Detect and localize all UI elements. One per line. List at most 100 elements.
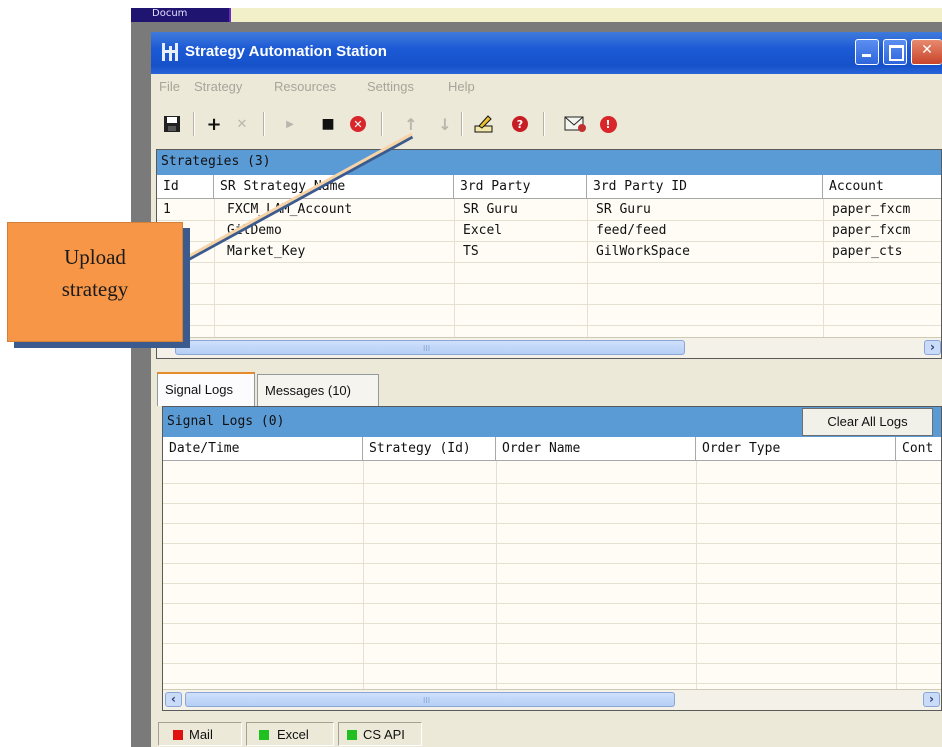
move-down-icon: ↓ bbox=[438, 114, 452, 134]
callout-line-1: Upload bbox=[64, 245, 126, 269]
grid-line bbox=[157, 325, 941, 326]
toolbar-separator bbox=[461, 112, 463, 136]
status-cs-api: CS API bbox=[338, 722, 422, 746]
scrollbar-thumb[interactable]: III bbox=[185, 692, 675, 707]
signal-logs-header: Signal Logs (0) Clear All Logs bbox=[163, 407, 941, 437]
grid-line bbox=[163, 523, 941, 524]
add-icon: + bbox=[206, 113, 222, 135]
menu-file[interactable]: File bbox=[159, 79, 180, 94]
clear-all-logs-button[interactable]: Clear All Logs bbox=[802, 408, 933, 436]
window-title: Strategy Automation Station bbox=[185, 43, 387, 60]
grid-line bbox=[496, 461, 497, 689]
move-down-button[interactable]: ↓ bbox=[435, 113, 455, 135]
strategies-horizontal-scrollbar[interactable]: III › bbox=[157, 337, 941, 358]
cell-account: paper_fxcm bbox=[832, 223, 911, 238]
grid-line bbox=[163, 683, 941, 684]
column-header-strategy-id[interactable]: Strategy (Id) bbox=[363, 437, 496, 461]
save-button[interactable] bbox=[161, 113, 183, 135]
delete-button[interactable]: ✕ bbox=[231, 113, 253, 135]
toolbar-separator bbox=[193, 112, 195, 136]
app-window: Strategy Automation Station ✕ File Strat… bbox=[151, 32, 942, 747]
stop-icon: ■ bbox=[321, 116, 335, 132]
column-header-id[interactable]: Id bbox=[157, 175, 214, 199]
scroll-right-button[interactable]: › bbox=[924, 340, 941, 355]
cs-api-status-indicator-icon bbox=[347, 730, 357, 740]
scrollbar-thumb[interactable]: III bbox=[175, 340, 685, 355]
grid-line bbox=[163, 603, 941, 604]
edit-button[interactable] bbox=[471, 113, 497, 135]
grid-line bbox=[163, 623, 941, 624]
cell-account: paper_cts bbox=[832, 244, 903, 259]
toolbar-separator bbox=[543, 112, 545, 136]
chevron-right-icon: › bbox=[929, 692, 934, 706]
grid-line bbox=[363, 461, 364, 689]
close-button[interactable]: ✕ bbox=[911, 39, 942, 65]
help-button[interactable]: ? bbox=[509, 113, 531, 135]
chevron-left-icon: ‹ bbox=[171, 692, 176, 706]
column-header-strategy-name[interactable]: SR Strategy Name bbox=[214, 175, 454, 199]
maximize-button[interactable] bbox=[883, 39, 907, 65]
callout-line-2: strategy bbox=[61, 277, 129, 301]
cell-3rd-party-id: GilWorkSpace bbox=[596, 244, 690, 259]
mail-status-indicator-icon bbox=[173, 730, 183, 740]
signal-logs-title: Signal Logs (0) bbox=[167, 414, 285, 429]
grid-line bbox=[163, 503, 941, 504]
grid-line bbox=[163, 643, 941, 644]
column-header-3rd-party-id[interactable]: 3rd Party ID bbox=[587, 175, 823, 199]
tab-signal-logs[interactable]: Signal Logs bbox=[157, 372, 255, 406]
close-icon: ✕ bbox=[921, 42, 933, 58]
status-excel: Excel bbox=[246, 722, 334, 746]
menu-help[interactable]: Help bbox=[448, 79, 475, 94]
strategies-header: Strategies (3) bbox=[157, 150, 941, 175]
column-header-order-type[interactable]: Order Type bbox=[696, 437, 896, 461]
menu-strategy[interactable]: Strategy bbox=[194, 79, 242, 94]
cell-strategy-name: GilDemo bbox=[227, 223, 282, 238]
grid-line bbox=[163, 483, 941, 484]
cell-3rd-party-id: feed/feed bbox=[596, 223, 667, 238]
edit-icon bbox=[474, 115, 493, 133]
strategies-title: Strategies (3) bbox=[161, 154, 271, 169]
alert-button[interactable]: ! bbox=[597, 113, 619, 135]
app-logo-icon bbox=[162, 43, 178, 61]
move-up-icon: ↑ bbox=[404, 114, 418, 134]
menu-resources[interactable]: Resources bbox=[274, 79, 336, 94]
stop-button[interactable]: ■ bbox=[317, 113, 339, 135]
column-header-3rd-party[interactable]: 3rd Party bbox=[454, 175, 587, 199]
column-header-account[interactable]: Account bbox=[823, 175, 941, 199]
column-header-date-time[interactable]: Date/Time bbox=[163, 437, 363, 461]
toolbar-separator bbox=[263, 112, 265, 136]
scroll-left-button[interactable]: ‹ bbox=[165, 692, 182, 707]
cancel-button[interactable]: ✕ bbox=[347, 113, 369, 135]
scroll-grip-icon: III bbox=[423, 696, 431, 705]
maximize-icon bbox=[889, 45, 904, 61]
grid-line bbox=[157, 241, 941, 242]
background-window-area bbox=[231, 8, 942, 22]
upload-strategy-callout: Upload strategy bbox=[7, 222, 183, 342]
add-button[interactable]: + bbox=[203, 113, 225, 135]
background-window-title: Docum bbox=[152, 8, 188, 19]
cell-3rd-party: TS bbox=[463, 244, 479, 259]
delete-icon: ✕ bbox=[236, 116, 248, 132]
column-header-contracts[interactable]: Cont bbox=[896, 437, 941, 461]
start-button[interactable]: ▶ bbox=[279, 113, 301, 135]
tab-messages[interactable]: Messages (10) bbox=[257, 374, 379, 406]
title-bar[interactable]: Strategy Automation Station ✕ bbox=[151, 32, 942, 74]
move-up-button[interactable]: ↑ bbox=[401, 113, 421, 135]
alert-icon: ! bbox=[599, 115, 617, 133]
excel-status-indicator-icon bbox=[259, 730, 269, 740]
grid-line bbox=[896, 461, 897, 689]
mail-settings-button[interactable] bbox=[561, 113, 589, 135]
help-icon: ? bbox=[512, 116, 528, 132]
grid-line bbox=[157, 304, 941, 305]
cell-strategy-name: Market_Key bbox=[227, 244, 306, 259]
grid-line bbox=[157, 220, 941, 221]
grid-line bbox=[157, 283, 941, 284]
cancel-icon: ✕ bbox=[350, 116, 366, 132]
minimize-button[interactable] bbox=[855, 39, 879, 65]
column-header-order-name[interactable]: Order Name bbox=[496, 437, 696, 461]
status-bar: Mail Excel CS API bbox=[151, 720, 942, 747]
save-icon bbox=[164, 116, 180, 132]
menu-settings[interactable]: Settings bbox=[367, 79, 414, 94]
scroll-right-button[interactable]: › bbox=[923, 692, 940, 707]
logs-horizontal-scrollbar[interactable]: ‹ III › bbox=[163, 689, 941, 710]
